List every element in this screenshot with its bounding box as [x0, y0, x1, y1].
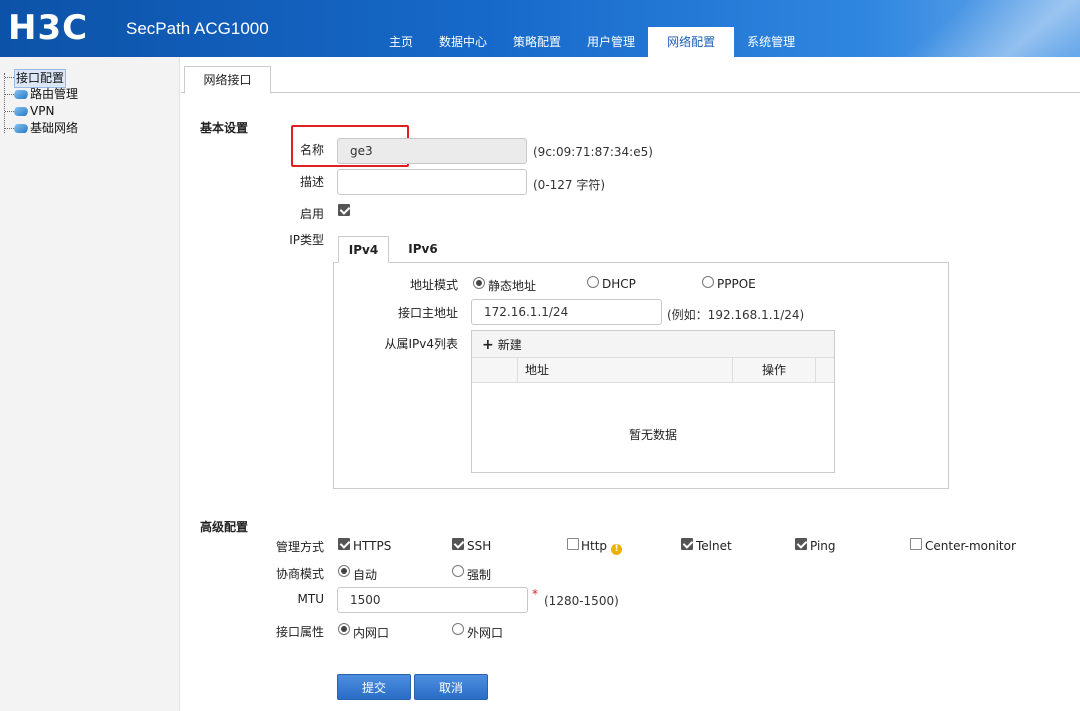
mtu-hint: (1280-1500): [544, 594, 619, 608]
http-option: Http!: [581, 539, 623, 555]
sidebar-item-basic-network[interactable]: 基础网络: [4, 120, 78, 137]
table-header: 地址 操作: [472, 358, 834, 383]
address-mode-label: 地址模式: [409, 278, 458, 292]
description-label: 描述: [299, 175, 324, 189]
secondary-list-label: 从属IPv4列表: [384, 337, 458, 351]
attr-external-radio[interactable]: [452, 623, 464, 635]
ssh-checkbox[interactable]: [452, 538, 464, 550]
leaf-icon: [12, 107, 30, 116]
sidebar-item-interface-config[interactable]: 接口配置: [4, 69, 78, 88]
telnet-checkbox[interactable]: [681, 538, 693, 550]
nego-forced-label: 强制: [467, 568, 492, 582]
sidebar-item-vpn[interactable]: VPN: [4, 103, 78, 120]
attr-external-label: 外网口: [467, 626, 504, 640]
sidebar-item-label: 基础网络: [30, 121, 79, 135]
primary-address-label: 接口主地址: [397, 306, 458, 320]
warning-icon[interactable]: !: [611, 544, 623, 555]
required-mark: *: [532, 587, 538, 601]
mode-dhcp-radio[interactable]: [587, 276, 599, 288]
cancel-button[interactable]: 取消: [414, 674, 488, 700]
nav-tree: 接口配置 路由管理 VPN 基础网络: [4, 69, 78, 137]
sidebar: 接口配置 路由管理 VPN 基础网络: [0, 57, 180, 711]
empty-table-text: 暂无数据: [628, 428, 677, 442]
main-content: 网络接口 基本设置 名称 ge3 (9c:09:71:87:34:e5) 描述 …: [181, 57, 1080, 711]
leaf-icon: [12, 124, 30, 133]
nav-network-config[interactable]: 网络配置: [648, 27, 735, 57]
telnet-label: Telnet: [696, 539, 732, 553]
nav-policy[interactable]: 策略配置: [500, 27, 574, 57]
column-operation: 操作: [762, 363, 787, 377]
enable-checkbox[interactable]: [338, 204, 350, 216]
attr-internal-label: 内网口: [353, 626, 390, 640]
center-monitor-label: Center-monitor: [925, 539, 1016, 553]
https-checkbox[interactable]: [338, 538, 350, 550]
new-button-label: 新建: [497, 338, 522, 352]
enable-label: 启用: [299, 207, 324, 221]
submit-button[interactable]: 提交: [337, 674, 411, 700]
h3c-logo: H3C: [8, 8, 89, 48]
table-toolbar: + 新建: [472, 331, 834, 358]
main-nav: 主页 数据中心 策略配置 用户管理 网络配置 系统管理: [376, 27, 808, 57]
nego-auto-label: 自动: [353, 568, 378, 582]
name-label: 名称: [299, 143, 324, 157]
primary-address-hint: (例如：192.168.1.1/24): [667, 308, 805, 322]
sidebar-item-label: VPN: [30, 104, 55, 118]
http-checkbox[interactable]: [567, 538, 579, 550]
nego-forced-radio[interactable]: [452, 565, 464, 577]
tab-ipv4[interactable]: IPv4: [338, 236, 389, 263]
ssh-label: SSH: [467, 539, 492, 553]
mode-static-label: 静态地址: [488, 279, 537, 293]
tab-network-interface[interactable]: 网络接口: [184, 66, 271, 94]
top-header: H3C SecPath ACG1000 主页 数据中心 策略配置 用户管理 网络…: [0, 0, 1080, 57]
nav-home[interactable]: 主页: [376, 27, 426, 57]
mtu-field[interactable]: 1500: [337, 587, 528, 613]
mgmt-method-label: 管理方式: [275, 540, 324, 554]
advanced-settings-title: 高级配置: [200, 520, 249, 534]
page-tabbar: [181, 92, 1080, 93]
ping-label: Ping: [810, 539, 836, 553]
http-label: Http: [581, 539, 608, 553]
sidebar-item-label: 路由管理: [30, 87, 79, 101]
sidebar-item-route-mgmt[interactable]: 路由管理: [4, 86, 78, 103]
interface-attr-label: 接口属性: [275, 625, 324, 639]
nav-user-mgmt[interactable]: 用户管理: [574, 27, 648, 57]
leaf-icon: [12, 90, 30, 99]
description-field[interactable]: [337, 169, 527, 195]
mode-static-radio[interactable]: [473, 277, 485, 289]
product-name: SecPath ACG1000: [126, 19, 269, 38]
nav-data-center[interactable]: 数据中心: [426, 27, 500, 57]
column-address: 地址: [525, 363, 550, 377]
mode-pppoe-label: PPPOE: [717, 277, 756, 291]
ping-checkbox[interactable]: [795, 538, 807, 550]
ip-type-label: IP类型: [289, 233, 324, 247]
mtu-label: MTU: [297, 592, 324, 606]
mac-address: (9c:09:71:87:34:e5): [533, 145, 653, 159]
primary-address-field[interactable]: 172.16.1.1/24: [471, 299, 662, 325]
tab-ipv6[interactable]: IPv6: [397, 236, 449, 263]
https-label: HTTPS: [353, 539, 392, 553]
description-hint: (0-127 字符): [533, 178, 606, 192]
mode-dhcp-label: DHCP: [602, 277, 636, 291]
basic-settings-title: 基本设置: [200, 121, 249, 135]
attr-internal-radio[interactable]: [338, 623, 350, 635]
secondary-address-table: + 新建 地址 操作 暂无数据: [471, 330, 835, 473]
center-monitor-checkbox[interactable]: [910, 538, 922, 550]
mode-pppoe-radio[interactable]: [702, 276, 714, 288]
new-button[interactable]: + 新建: [482, 336, 522, 353]
name-field: ge3: [337, 138, 527, 164]
plus-icon: +: [482, 337, 494, 353]
nego-auto-radio[interactable]: [338, 565, 350, 577]
nav-system-mgmt[interactable]: 系统管理: [734, 27, 808, 57]
negotiation-label: 协商模式: [275, 567, 324, 581]
